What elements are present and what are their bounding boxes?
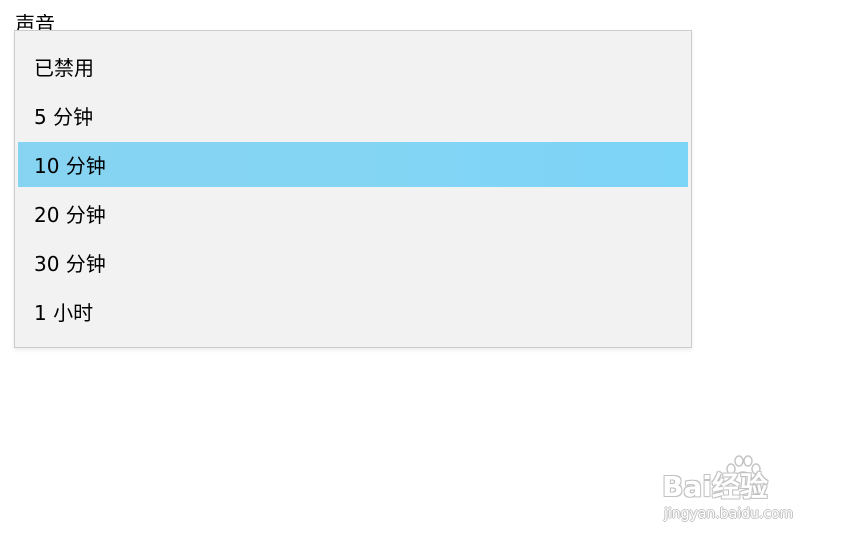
watermark-url: jingyan.baidu.com [664, 506, 794, 522]
timeout-dropdown-list[interactable]: 已禁用 5 分钟 10 分钟 20 分钟 30 分钟 1 小时 [14, 30, 692, 348]
option-1-hour[interactable]: 1 小时 [18, 289, 688, 334]
option-30-min[interactable]: 30 分钟 [18, 240, 688, 285]
option-label: 已禁用 [34, 56, 94, 80]
option-10-min-selected[interactable]: 10 分钟 [18, 142, 688, 187]
option-label: 1 小时 [34, 301, 94, 325]
option-5-min[interactable]: 5 分钟 [18, 93, 688, 138]
baidu-jingyan-watermark: Bai经验 jingyan.baidu.com [660, 455, 830, 530]
option-label: 10 分钟 [34, 154, 106, 178]
watermark-brand: Bai经验 [662, 470, 768, 503]
page: 声音 已禁用 5 分钟 10 分钟 20 分钟 30 分钟 1 小时 Bai经验… [0, 0, 865, 548]
option-label: 5 分钟 [34, 105, 94, 129]
option-label: 30 分钟 [34, 252, 106, 276]
section-label: 声音 [15, 12, 55, 31]
option-20-min[interactable]: 20 分钟 [18, 191, 688, 236]
option-disabled[interactable]: 已禁用 [18, 44, 688, 89]
option-label: 20 分钟 [34, 203, 106, 227]
